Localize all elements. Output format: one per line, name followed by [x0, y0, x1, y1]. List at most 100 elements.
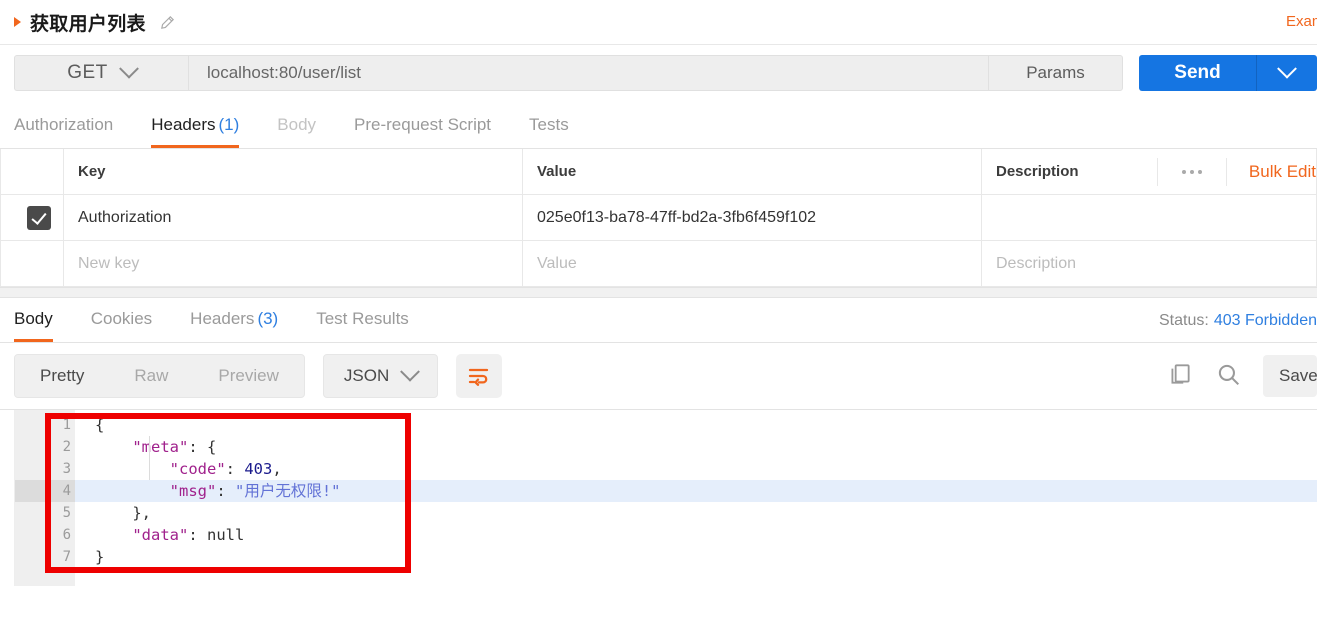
- code-token: "data": [132, 526, 189, 544]
- view-mode-preview[interactable]: Preview: [193, 355, 303, 397]
- response-divider[interactable]: [0, 287, 1317, 298]
- collapse-caret-icon[interactable]: [14, 17, 21, 27]
- line-number-text: 2: [62, 439, 71, 455]
- tab-count: (3): [257, 309, 279, 328]
- chevron-down-icon: [1277, 58, 1297, 79]
- line-number: 6: [15, 524, 75, 546]
- column-header-value: Value: [522, 149, 982, 195]
- row-description-cell[interactable]: [981, 194, 1317, 241]
- table-new-row: New key Value Description: [0, 240, 1317, 287]
- tab-test-results[interactable]: Test Results: [316, 309, 409, 342]
- row-key-cell[interactable]: Authorization: [63, 194, 523, 241]
- line-number-text: 3: [62, 461, 71, 477]
- word-wrap-icon[interactable]: [456, 354, 503, 398]
- tab-tests[interactable]: Tests: [529, 115, 569, 148]
- line-number: 7: [15, 546, 75, 568]
- code-token: "用户无权限!": [235, 482, 341, 500]
- row-value-cell[interactable]: 025e0f13-ba78-47ff-bd2a-3fb6f459f102: [522, 194, 982, 241]
- tab-label: Authorization: [14, 115, 114, 134]
- code-token: null: [207, 526, 245, 544]
- tab-response-body[interactable]: Body: [14, 309, 53, 342]
- code-token: "msg": [169, 482, 217, 500]
- view-mode-pretty[interactable]: Pretty: [15, 355, 110, 397]
- send-options-button[interactable]: [1256, 55, 1317, 91]
- method-dropdown[interactable]: GET: [14, 55, 188, 91]
- code-line: "code": 403,: [75, 458, 1317, 480]
- tab-label: Body: [277, 115, 317, 134]
- tab-label: Cookies: [90, 309, 153, 328]
- response-toolbar: Pretty Raw Preview JSON Save Response: [0, 343, 1317, 409]
- format-dropdown[interactable]: JSON: [322, 354, 439, 398]
- code-token: :: [225, 460, 245, 478]
- table-row: Authorization 025e0f13-ba78-47ff-bd2a-3f…: [0, 194, 1317, 241]
- select-all-column: [0, 149, 64, 195]
- code-line: }: [75, 546, 1317, 568]
- column-header-description: Description Bulk Edit: [981, 149, 1317, 195]
- method-label: GET: [67, 62, 108, 83]
- new-row-value-cell[interactable]: Value: [522, 240, 982, 287]
- code-content[interactable]: { "meta": { "code": 403, "msg": "用户无权限!"…: [75, 410, 1317, 586]
- column-header-label: Description: [996, 163, 1079, 180]
- line-number-text: 1: [62, 417, 71, 433]
- chevron-down-icon: [118, 58, 139, 79]
- tab-response-headers[interactable]: Headers (3): [190, 309, 278, 342]
- request-tabs: Authorization Headers (1) Body Pre-reques…: [0, 103, 1317, 149]
- search-icon[interactable]: [1215, 361, 1241, 392]
- table-options-icon[interactable]: [1156, 157, 1227, 186]
- code-token: : {: [188, 438, 217, 456]
- code-token: :: [188, 526, 207, 544]
- viewer-left-strip: [0, 410, 15, 586]
- url-bar: GET localhost:80/user/list Params Send: [0, 45, 1317, 103]
- tab-authorization[interactable]: Authorization: [14, 115, 113, 148]
- examples-link[interactable]: Examples: [1286, 13, 1317, 30]
- dot: [1189, 169, 1194, 174]
- new-row-checkbox-cell: [0, 240, 64, 287]
- tab-cookies[interactable]: Cookies: [91, 309, 152, 342]
- headers-table: Key Value Description Bulk Edit Authoriz…: [0, 149, 1317, 287]
- tab-body[interactable]: Body: [277, 115, 316, 148]
- line-number-text: 6: [62, 527, 71, 543]
- status-badge: Status: 403 Forbidden: [1159, 312, 1317, 330]
- send-group: Send: [1139, 55, 1317, 91]
- send-button[interactable]: Send: [1139, 55, 1256, 91]
- row-checkbox-cell[interactable]: [0, 194, 64, 241]
- url-input[interactable]: localhost:80/user/list: [188, 55, 988, 91]
- response-tabs: Body Cookies Headers (3) Test Results Sta…: [0, 298, 1317, 343]
- new-value-input[interactable]: Value: [523, 255, 981, 273]
- code-token: {: [95, 416, 105, 434]
- indent-guide: [149, 436, 150, 480]
- header-key: Authorization: [78, 208, 172, 226]
- tab-headers[interactable]: Headers (1): [151, 115, 240, 148]
- copy-icon[interactable]: [1167, 361, 1193, 392]
- view-mode-raw[interactable]: Raw: [109, 355, 193, 397]
- format-label: JSON: [343, 366, 390, 385]
- column-header-label: Value: [537, 163, 577, 180]
- tab-label: Body: [14, 309, 53, 328]
- code-line: {: [75, 414, 1317, 436]
- new-description-input[interactable]: Description: [982, 255, 1316, 273]
- new-row-description-cell[interactable]: Description: [981, 240, 1317, 287]
- code-line: "msg": "用户无权限!": [75, 480, 1317, 502]
- code-token: ,: [272, 460, 282, 478]
- code-token: "meta": [132, 438, 189, 456]
- tab-label: Tests: [529, 115, 569, 134]
- code-token: "code": [169, 460, 226, 478]
- params-button[interactable]: Params: [988, 55, 1123, 91]
- code-line: },: [75, 502, 1317, 524]
- tab-count: (1): [218, 115, 240, 134]
- line-number-text: 5: [62, 505, 71, 521]
- bulk-edit-button[interactable]: Bulk Edit: [1227, 162, 1316, 182]
- dot: [1197, 169, 1202, 174]
- save-response-button[interactable]: Save Response: [1263, 355, 1317, 397]
- tab-pre-request-script[interactable]: Pre-request Script: [354, 115, 491, 148]
- pencil-icon[interactable]: [159, 14, 176, 31]
- line-number: 3: [15, 458, 75, 480]
- page-title: 获取用户列表: [30, 13, 146, 35]
- code-token: :: [216, 482, 235, 500]
- line-number-text: 7: [62, 549, 71, 565]
- status-value[interactable]: 403 Forbidden: [1214, 312, 1317, 329]
- new-row-key-cell[interactable]: New key: [63, 240, 523, 287]
- row-checkbox[interactable]: [27, 205, 51, 230]
- new-key-input[interactable]: New key: [64, 255, 522, 273]
